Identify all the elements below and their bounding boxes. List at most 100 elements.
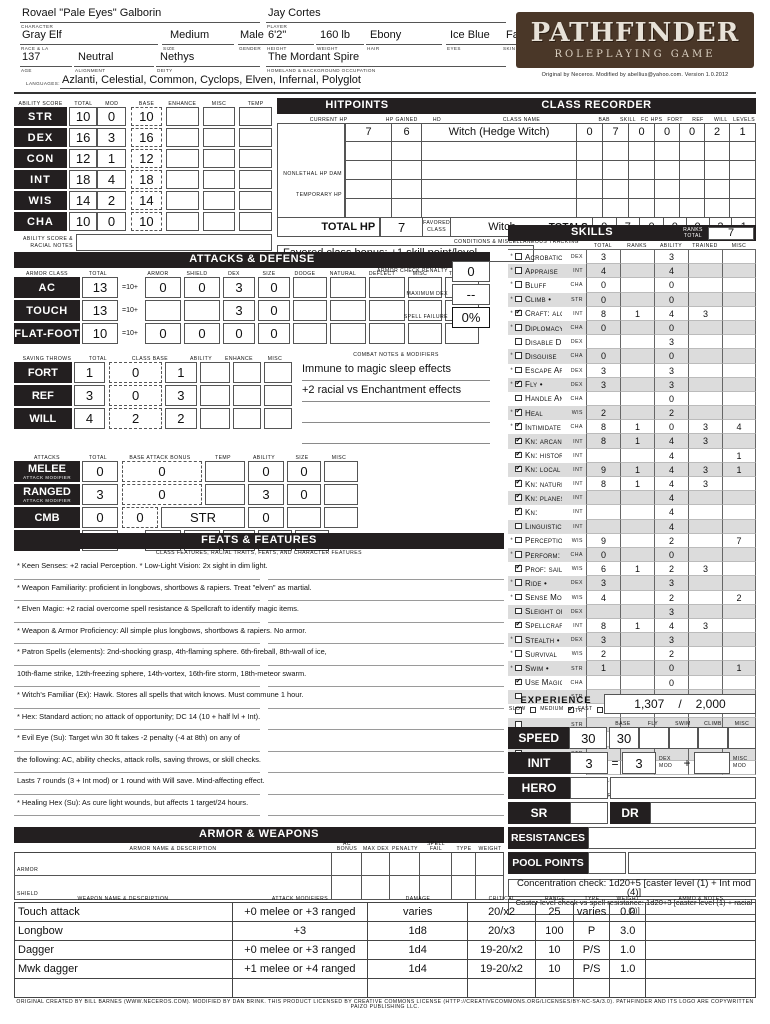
skill-trained[interactable] (688, 292, 722, 307)
skill-class-checkbox[interactable] (515, 650, 524, 659)
skill-misc[interactable] (722, 505, 756, 520)
weapon-name[interactable]: Dagger (14, 940, 233, 960)
skill-class-checkbox[interactable] (515, 593, 524, 602)
skill-misc[interactable] (722, 562, 756, 577)
weapon-weight[interactable]: 0.0 (609, 902, 647, 922)
skill-class-checkbox[interactable] (515, 677, 524, 687)
ability-mod-dex[interactable]: 3 (97, 128, 126, 147)
armor-check-value[interactable]: 0 (452, 261, 490, 282)
skill-trained[interactable] (688, 349, 722, 364)
feat-line[interactable]: * Healing Hex (Su): As cure light wounds… (14, 795, 260, 817)
speed-base[interactable]: 30 (609, 727, 639, 749)
skill-trained[interactable] (688, 448, 722, 463)
skill-ability[interactable]: 4 (654, 618, 688, 634)
skill-ranks[interactable] (620, 264, 654, 279)
cr-fort[interactable] (655, 199, 680, 218)
cr-hp-gained[interactable] (345, 180, 392, 199)
skill-trained[interactable] (688, 278, 722, 293)
save-enhance-will[interactable] (199, 408, 230, 429)
skill-class-checkbox[interactable] (515, 308, 524, 318)
armor-ac-bonus[interactable] (332, 852, 362, 876)
attack-misc-ranged[interactable] (324, 484, 358, 506)
skill-ability[interactable]: 0 (654, 391, 688, 407)
save-misc-will[interactable] (232, 408, 261, 429)
cr-skill[interactable] (603, 161, 629, 180)
skill-ranks[interactable] (620, 491, 654, 506)
skill-class-checkbox[interactable] (515, 407, 524, 418)
weapon-ammo[interactable] (645, 902, 756, 922)
ability-misc-int[interactable] (202, 170, 236, 189)
ac-dodge-ac[interactable] (293, 277, 327, 298)
skill-ranks[interactable]: 1 (620, 477, 654, 492)
skill-ranks[interactable]: 1 (620, 434, 654, 449)
weapon-attack[interactable]: +3 (231, 921, 369, 941)
feat-line[interactable] (268, 623, 504, 645)
skill-trained[interactable]: 3 (688, 618, 722, 634)
ability-misc-str[interactable] (202, 107, 236, 126)
cr-skill[interactable] (603, 142, 629, 161)
skill-total[interactable]: 8 (586, 618, 620, 634)
skill-trained[interactable] (688, 519, 722, 534)
cr-fchps[interactable] (629, 199, 655, 218)
skill-total[interactable]: 0 (586, 292, 620, 307)
ac-size-ac[interactable]: 0 (258, 277, 290, 298)
skill-misc[interactable] (722, 477, 756, 492)
init-misc-mod[interactable] (694, 752, 730, 774)
weapon-attack[interactable]: +0 melee or +3 ranged (231, 902, 369, 922)
save-misc-fort[interactable] (232, 362, 261, 383)
weapon-range[interactable]: 100 (534, 921, 574, 941)
hero-notes[interactable] (610, 777, 756, 799)
ability-temp-int[interactable] (239, 170, 272, 189)
alignment-value[interactable]: Neutral (78, 52, 113, 63)
skill-class-checkbox[interactable] (515, 421, 524, 432)
skill-total[interactable]: 9 (586, 533, 620, 548)
cr-levels[interactable] (730, 142, 756, 161)
weapon-weight[interactable]: 1.0 (609, 940, 647, 960)
skill-ranks[interactable] (620, 448, 654, 463)
skill-ranks[interactable]: 1 (620, 306, 654, 321)
skill-class-checkbox[interactable] (515, 436, 524, 446)
cr-will[interactable] (705, 142, 730, 161)
skill-ranks[interactable]: 1 (620, 420, 654, 435)
skill-total[interactable]: 9 (586, 462, 620, 477)
save-temp-will[interactable] (263, 408, 292, 429)
save-base-will[interactable]: 2 (109, 408, 162, 429)
cmb-misc[interactable] (324, 507, 358, 529)
ability-enhance-con[interactable] (165, 149, 199, 168)
skill-ability[interactable]: 0 (654, 292, 688, 307)
init-total[interactable]: 3 (570, 752, 608, 774)
skill-ranks[interactable] (620, 633, 654, 648)
cr-bab[interactable] (577, 161, 603, 180)
cr-fchps[interactable]: 0 (629, 123, 655, 142)
resistances-value[interactable] (588, 827, 756, 849)
ability-notes-field[interactable] (76, 234, 272, 251)
feat-line[interactable] (268, 687, 504, 709)
weapon-name[interactable]: Mwk dagger (14, 959, 233, 979)
ac-total-ac[interactable]: 13 (82, 277, 118, 298)
skill-trained[interactable]: 3 (688, 477, 722, 492)
skill-trained[interactable] (688, 264, 722, 279)
skill-ranks[interactable] (620, 320, 654, 336)
ability-total-int[interactable]: 18 (68, 170, 98, 189)
skill-ability[interactable]: 3 (654, 576, 688, 591)
languages-value[interactable]: Azlanti, Celestial, Common, Cyclops, Elv… (62, 75, 361, 86)
skill-trained[interactable] (688, 533, 722, 548)
weapon-ammo[interactable] (645, 978, 756, 998)
skill-ability[interactable]: 0 (654, 547, 688, 563)
save-base-fort[interactable]: 0 (109, 362, 162, 383)
cr-hp-gained[interactable] (345, 142, 392, 161)
skill-ability[interactable]: 0 (654, 675, 688, 690)
xp-fast-checkbox[interactable] (596, 706, 604, 714)
skill-total[interactable]: 3 (586, 576, 620, 591)
skill-misc[interactable] (722, 604, 756, 619)
feat-line[interactable]: * Hex: Standard action; no attack of opp… (14, 709, 260, 731)
skill-ability[interactable]: 2 (654, 647, 688, 662)
skill-total[interactable]: 0 (586, 349, 620, 364)
total-hp-value[interactable]: 7 (380, 218, 424, 237)
skill-ability[interactable]: 4 (654, 462, 688, 477)
feat-line[interactable]: * Keen Senses: +2 racial Perception. * L… (14, 558, 268, 580)
ac-natural-touch[interactable] (330, 300, 366, 321)
ability-base-str[interactable]: 10 (130, 107, 162, 126)
skill-ability[interactable]: 4 (654, 491, 688, 506)
ability-temp-str[interactable] (239, 107, 272, 126)
